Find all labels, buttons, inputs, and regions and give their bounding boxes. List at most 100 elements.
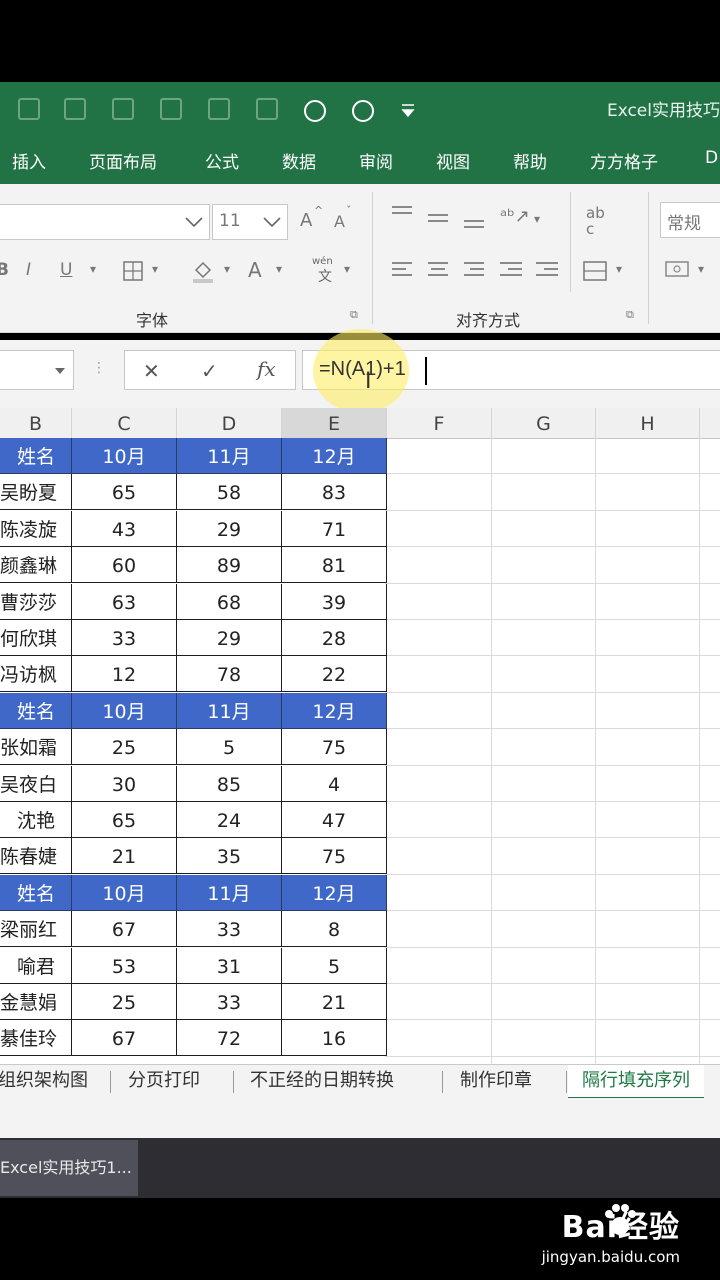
cell-nov[interactable]: 5 bbox=[177, 729, 282, 766]
font-dialog-launcher[interactable]: ⧉ bbox=[350, 308, 358, 322]
fill-color-icon[interactable] bbox=[190, 258, 216, 284]
cell-nov[interactable]: 33 bbox=[177, 911, 282, 948]
shapes-icon[interactable] bbox=[256, 98, 278, 120]
increase-font-button[interactable]: A bbox=[300, 210, 312, 231]
tab-page-layout[interactable]: 页面布局 bbox=[89, 148, 157, 173]
cell-nov[interactable]: 89 bbox=[177, 547, 282, 584]
sheet-tab-date-convert[interactable]: 不正经的日期转换 bbox=[250, 1065, 394, 1097]
cell-nov[interactable]: 29 bbox=[177, 510, 282, 547]
borders-dropdown[interactable]: ▾ bbox=[152, 262, 158, 276]
cell-nov[interactable]: 35 bbox=[177, 838, 282, 875]
column-header-h[interactable]: H bbox=[596, 408, 700, 438]
cell-name[interactable]: 姓名 bbox=[0, 692, 72, 729]
column-header-g[interactable]: G bbox=[492, 408, 596, 438]
font-color-dropdown[interactable]: ▾ bbox=[276, 262, 282, 276]
cell-nov[interactable]: 68 bbox=[177, 583, 282, 620]
orientation-icon[interactable]: ᵃᵇ↗ bbox=[500, 206, 530, 227]
cell-name[interactable]: 张如霜 bbox=[0, 729, 72, 766]
cell-oct[interactable]: 67 bbox=[72, 1020, 177, 1057]
cell-dec[interactable]: 22 bbox=[282, 656, 387, 693]
cell-name[interactable]: 何欣琪 bbox=[0, 620, 72, 656]
cell-oct[interactable]: 60 bbox=[72, 547, 177, 584]
enter-button[interactable]: ✓ bbox=[201, 359, 218, 383]
cell-name[interactable]: 颜鑫琳 bbox=[0, 547, 72, 584]
cancel-button[interactable]: ✕ bbox=[143, 359, 160, 383]
cell-name[interactable]: 姓名 bbox=[0, 874, 72, 911]
cell-oct[interactable]: 10月 bbox=[72, 692, 177, 729]
cell-nov[interactable]: 33 bbox=[177, 984, 282, 1020]
tab-fangfanggezi[interactable]: 方方格子 bbox=[590, 148, 658, 173]
cell-oct[interactable]: 67 bbox=[72, 911, 177, 948]
cell-name[interactable]: 沈艳 bbox=[0, 802, 72, 838]
print-preview-icon[interactable] bbox=[18, 98, 40, 120]
cell-dec[interactable]: 12月 bbox=[282, 438, 387, 474]
font-size-select[interactable]: 11 bbox=[212, 204, 288, 240]
cell-dec[interactable]: 81 bbox=[282, 547, 387, 584]
cell-oct[interactable]: 25 bbox=[72, 984, 177, 1020]
formula-input[interactable]: =N(A1)+1 I bbox=[302, 329, 720, 413]
name-box[interactable] bbox=[0, 350, 74, 390]
cell-oct[interactable]: 63 bbox=[72, 583, 177, 620]
cell-oct[interactable]: 10月 bbox=[72, 874, 177, 911]
cell-dec[interactable]: 28 bbox=[282, 620, 387, 656]
merge-center-icon[interactable] bbox=[582, 260, 608, 282]
italic-button[interactable]: I bbox=[26, 260, 31, 280]
cell-oct[interactable]: 21 bbox=[72, 838, 177, 875]
currency-dropdown[interactable]: ▾ bbox=[698, 262, 704, 276]
cell-dec[interactable]: 5 bbox=[282, 947, 387, 984]
cell-nov[interactable]: 72 bbox=[177, 1020, 282, 1057]
cell-name[interactable]: 吴夜白 bbox=[0, 765, 72, 802]
tab-more[interactable]: D bbox=[705, 148, 718, 168]
underline-button[interactable]: U bbox=[60, 260, 72, 280]
circle-icon-2[interactable] bbox=[350, 98, 376, 124]
tab-help[interactable]: 帮助 bbox=[513, 148, 547, 173]
cell-name[interactable]: 冯访枫 bbox=[0, 656, 72, 693]
new-doc-icon[interactable] bbox=[64, 98, 86, 120]
cell-name[interactable]: 陈凌旋 bbox=[0, 510, 72, 547]
cell-name[interactable]: 金慧娟 bbox=[0, 984, 72, 1020]
cell-nov[interactable]: 85 bbox=[177, 765, 282, 802]
cell-nov[interactable]: 11月 bbox=[177, 438, 282, 474]
tab-view[interactable]: 视图 bbox=[436, 148, 470, 173]
currency-format-icon[interactable] bbox=[664, 258, 694, 282]
underline-dropdown[interactable]: ▾ bbox=[90, 262, 96, 276]
qat-dropdown-icon[interactable] bbox=[400, 102, 420, 120]
cell-dec[interactable]: 4 bbox=[282, 765, 387, 802]
orientation-dropdown[interactable]: ▾ bbox=[534, 212, 540, 226]
tab-data[interactable]: 数据 bbox=[282, 148, 316, 173]
cell-dec[interactable]: 75 bbox=[282, 838, 387, 875]
cell-oct[interactable]: 33 bbox=[72, 620, 177, 656]
sheet-tab-page-print[interactable]: 分页打印 bbox=[128, 1065, 200, 1097]
insert-function-button[interactable]: fx bbox=[257, 357, 276, 381]
cell-oct[interactable]: 10月 bbox=[72, 438, 177, 474]
cell-name[interactable]: 喻君 bbox=[0, 947, 72, 984]
borders-icon[interactable] bbox=[122, 260, 144, 282]
cell-nov[interactable]: 78 bbox=[177, 656, 282, 693]
cell-nov[interactable]: 31 bbox=[177, 947, 282, 984]
cell-nov[interactable]: 11月 bbox=[177, 692, 282, 729]
cell-name[interactable]: 姓名 bbox=[0, 438, 72, 474]
column-header-b[interactable]: B bbox=[0, 408, 72, 438]
column-header-c[interactable]: C bbox=[72, 408, 177, 438]
cell-oct[interactable]: 30 bbox=[72, 765, 177, 802]
cell-dec[interactable]: 8 bbox=[282, 911, 387, 948]
tab-review[interactable]: 审阅 bbox=[359, 148, 393, 173]
alignment-dialog-launcher[interactable]: ⧉ bbox=[626, 308, 634, 322]
worksheet-grid[interactable]: B C D E F G H 姓名 10月 11月 12月 吴盼夏 65 58 83 陈凌旋 43 2… bbox=[0, 408, 720, 1064]
sheet-tab-org-chart[interactable]: 组织架构图 bbox=[0, 1065, 88, 1097]
cell-dec[interactable]: 71 bbox=[282, 510, 387, 547]
cell-oct[interactable]: 12 bbox=[72, 656, 177, 693]
fill-color-dropdown[interactable]: ▾ bbox=[224, 262, 230, 276]
sheet-tab-make-seal[interactable]: 制作印章 bbox=[460, 1065, 532, 1097]
number-format-select[interactable]: 常规 bbox=[660, 202, 720, 238]
cell-oct[interactable]: 65 bbox=[72, 802, 177, 838]
cell-oct[interactable]: 43 bbox=[72, 510, 177, 547]
cell-dec[interactable]: 39 bbox=[282, 583, 387, 620]
sheet-tab-alternate-fill[interactable]: 隔行填充序列 bbox=[568, 1065, 704, 1100]
cell-oct[interactable]: 25 bbox=[72, 729, 177, 766]
format-icon[interactable] bbox=[160, 98, 182, 120]
cell-nov[interactable]: 11月 bbox=[177, 874, 282, 911]
taskbar-excel-item[interactable]: Excel实用技巧1... bbox=[0, 1140, 138, 1196]
font-name-select[interactable] bbox=[0, 204, 210, 240]
cell-dec[interactable]: 21 bbox=[282, 984, 387, 1020]
